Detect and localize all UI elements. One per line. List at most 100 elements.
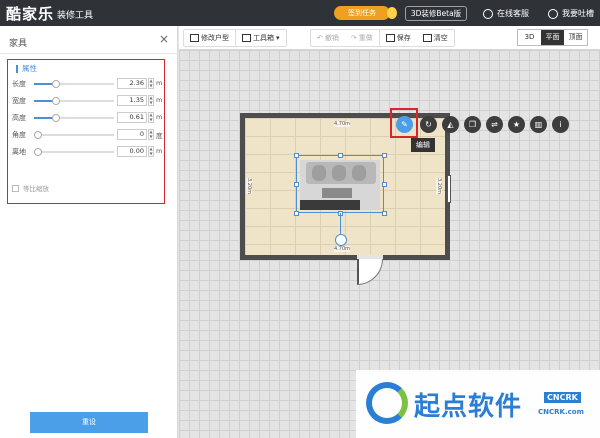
resize-handle[interactable] <box>294 153 299 158</box>
toolbox-button[interactable]: 工具箱 ▾ <box>235 30 286 46</box>
redo-button[interactable]: ↷ 重做 <box>345 30 379 46</box>
beta-button[interactable]: 3D装修Beta版 <box>405 6 467 21</box>
attribute-slider[interactable] <box>34 114 114 122</box>
redo-label: 重做 <box>358 34 373 42</box>
view-3d-button[interactable]: 3D <box>518 30 541 45</box>
attribute-input[interactable]: 2.36 <box>117 78 147 89</box>
resize-handle[interactable] <box>382 211 387 216</box>
floorplan-icon <box>190 34 199 42</box>
undo-button[interactable]: ↶ 撤销 <box>311 30 345 46</box>
door[interactable] <box>357 259 383 285</box>
reset-button[interactable]: 重设 <box>30 412 148 433</box>
attribute-label: 高度 <box>12 114 26 122</box>
attribute-unit: m <box>156 96 163 104</box>
dimension-bottom: 4.70m <box>334 246 351 252</box>
feedback-label: 我要吐槽 <box>562 9 594 18</box>
resize-handle[interactable] <box>294 211 299 216</box>
panel-title: 家具 <box>9 39 28 49</box>
online-service-link[interactable]: 在线客服 <box>483 8 529 19</box>
trash-icon[interactable]: ▥ <box>530 116 547 133</box>
redo-icon: ↷ <box>350 34 357 42</box>
edit-floorplan-button[interactable]: 修改户型 <box>184 30 235 46</box>
app-subtitle: 装修工具 <box>57 11 94 21</box>
edit-floorplan-label: 修改户型 <box>201 34 229 42</box>
save-label: 保存 <box>396 34 411 42</box>
view-plan-button[interactable]: 平面 <box>541 30 564 45</box>
toolbox-label: 工具箱 <box>253 34 274 42</box>
furniture-panel: 家具 × 属性 长度 2.36 ▲ ▼ m 宽度 1.35 ▲ ▼ m 高度 0.61 ▲ ▼ m 角度 0 ▲ ▼… <box>0 26 178 438</box>
proportional-scale-checkbox[interactable]: 等比缩放 <box>12 183 49 193</box>
dimension-top: 4.70m <box>334 121 351 127</box>
edit-tooltip: 编辑 <box>411 138 435 152</box>
attribute-label: 长度 <box>12 80 26 88</box>
resize-handle[interactable] <box>338 153 343 158</box>
view-ceiling-button[interactable]: 顶面 <box>564 30 587 45</box>
watermark-url: CNCRK.com <box>538 408 584 416</box>
watermark-badge: CNCRK <box>544 392 581 403</box>
attribute-slider[interactable] <box>34 80 114 88</box>
flip-icon[interactable]: ◭ <box>442 116 459 133</box>
slider-knob[interactable] <box>34 131 42 139</box>
rotate-handle[interactable] <box>335 234 347 246</box>
resize-handle[interactable] <box>382 153 387 158</box>
resize-handle[interactable] <box>294 182 299 187</box>
stepper-icon[interactable]: ▲ ▼ <box>148 112 154 123</box>
coin-icon <box>387 7 397 19</box>
attributes-section: 属性 长度 2.36 ▲ ▼ m 宽度 1.35 ▲ ▼ m 高度 0.61 ▲ ▼ m 角度 0 ▲ ▼ 度离地 0.… <box>7 59 165 204</box>
rotate-icon[interactable]: ↻ <box>420 116 437 133</box>
attribute-row: 离地 0.00 ▲ ▼ m <box>12 146 162 158</box>
history-group: ↶ 撤销 ↷ 重做 保存 清空 <box>310 29 455 47</box>
attributes-title: 属性 <box>16 65 37 73</box>
clear-button[interactable]: 清空 <box>417 30 454 46</box>
stepper-icon[interactable]: ▲ ▼ <box>148 146 154 157</box>
attribute-slider[interactable] <box>34 148 114 156</box>
edit-group: 修改户型 工具箱 ▾ <box>183 29 287 47</box>
resize-handle[interactable] <box>382 182 387 187</box>
slider-knob[interactable] <box>52 80 61 88</box>
align-icon[interactable]: ⇌ <box>486 116 503 133</box>
view-switch: 3D 平面 顶面 <box>517 29 588 46</box>
toolbox-icon <box>242 34 251 42</box>
attribute-label: 离地 <box>12 148 26 156</box>
task-badge[interactable]: 签到任务 <box>334 6 390 20</box>
attribute-unit: 度 <box>156 132 163 140</box>
checkbox-label: 等比缩放 <box>23 185 49 193</box>
slider-knob[interactable] <box>52 114 61 122</box>
attribute-input[interactable]: 0 <box>117 129 147 140</box>
online-service-label: 在线客服 <box>497 9 529 18</box>
main-toolbar: 修改户型 工具箱 ▾ ↶ 撤销 ↷ 重做 保存 清空 3D 平面 顶面 <box>179 26 600 50</box>
attribute-slider[interactable] <box>34 131 114 139</box>
clear-icon <box>422 34 432 42</box>
copy-icon[interactable]: ❐ <box>464 116 481 133</box>
undo-icon: ↶ <box>317 34 323 42</box>
feedback-link[interactable]: 我要吐槽 <box>548 8 594 19</box>
close-icon[interactable]: × <box>159 32 169 46</box>
attribute-slider[interactable] <box>34 97 114 105</box>
top-bar: 酷家乐 装修工具 签到任务 3D装修Beta版 在线客服 我要吐槽 <box>0 0 600 26</box>
watermark: 起点软件 CNCRK CNCRK.com <box>356 370 600 438</box>
app-logo[interactable]: 酷家乐 <box>6 3 54 24</box>
checkbox-box[interactable] <box>12 184 19 192</box>
stepper-icon[interactable]: ▲ ▼ <box>148 129 154 140</box>
window[interactable] <box>447 175 451 203</box>
chevron-down-icon: ▾ <box>276 34 280 42</box>
attribute-input[interactable]: 0.00 <box>117 146 147 157</box>
clear-label: 清空 <box>433 34 448 42</box>
attribute-row: 高度 0.61 ▲ ▼ m <box>12 112 162 124</box>
attribute-input[interactable]: 1.35 <box>117 95 147 106</box>
pencil-icon[interactable]: ✎ <box>396 116 413 133</box>
attribute-row: 宽度 1.35 ▲ ▼ m <box>12 95 162 107</box>
attribute-label: 宽度 <box>12 97 26 105</box>
stepper-icon[interactable]: ▲ ▼ <box>148 78 154 89</box>
info-icon[interactable]: i <box>552 116 569 133</box>
attribute-unit: m <box>156 147 163 155</box>
attribute-input[interactable]: 0.61 <box>117 112 147 123</box>
stepper-icon[interactable]: ▲ ▼ <box>148 95 154 106</box>
attribute-label: 角度 <box>12 131 26 139</box>
save-button[interactable]: 保存 <box>378 30 417 46</box>
slider-knob[interactable] <box>34 148 42 156</box>
rotate-stem <box>340 213 341 234</box>
slider-knob[interactable] <box>52 97 61 105</box>
selection-box[interactable] <box>296 155 384 213</box>
star-icon[interactable]: ★ <box>508 116 525 133</box>
